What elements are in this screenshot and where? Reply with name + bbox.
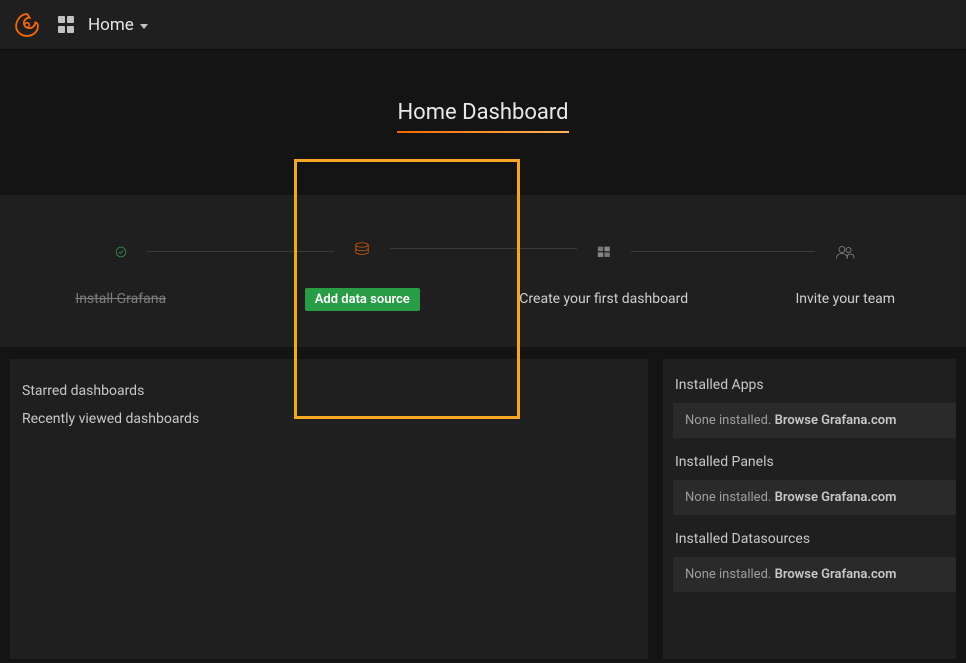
step-label: Invite your team	[795, 291, 895, 307]
starred-dashboards-header: Starred dashboards	[22, 377, 636, 405]
recently-viewed-dashboards-header: Recently viewed dashboards	[22, 405, 636, 433]
browse-grafana-link[interactable]: Browse Grafana.com	[775, 567, 897, 582]
page-title: Home Dashboard	[397, 100, 568, 133]
step-install-grafana: Install Grafana	[0, 235, 242, 307]
installed-datasources-title: Installed Datasources	[663, 531, 956, 557]
panels-row: Starred dashboards Recently viewed dashb…	[0, 359, 966, 659]
step-add-data-source[interactable]: Add data source	[242, 232, 484, 311]
installed-panel: Installed Apps None installed. Browse Gr…	[663, 359, 956, 659]
checkmark-circle-icon	[105, 236, 137, 268]
step-label: Install Grafana	[75, 291, 166, 307]
browse-grafana-link[interactable]: Browse Grafana.com	[775, 490, 897, 505]
none-installed-text: None installed.	[685, 567, 775, 582]
none-installed-text: None installed.	[685, 490, 775, 505]
dashboard-grid-icon[interactable]	[58, 16, 76, 34]
installed-datasources-empty: None installed. Browse Grafana.com	[673, 557, 956, 592]
dashboards-panel: Starred dashboards Recently viewed dashb…	[10, 359, 648, 659]
installed-apps-empty: None installed. Browse Grafana.com	[673, 403, 956, 438]
step-label: Create your first dashboard	[519, 291, 688, 307]
chevron-down-icon	[140, 24, 148, 29]
dashboard-icon	[587, 237, 621, 267]
browse-grafana-link[interactable]: Browse Grafana.com	[775, 413, 897, 428]
installed-apps-title: Installed Apps	[663, 377, 956, 403]
breadcrumb-home[interactable]: Home	[88, 15, 148, 35]
add-data-source-button[interactable]: Add data source	[305, 288, 420, 311]
none-installed-text: None installed.	[685, 413, 775, 428]
installed-panels-empty: None installed. Browse Grafana.com	[673, 480, 956, 515]
step-invite-team[interactable]: Invite your team	[725, 235, 966, 307]
installed-panels-title: Installed Panels	[663, 454, 956, 480]
getting-started-steps: Install Grafana Add data source Create y…	[0, 195, 966, 347]
users-icon	[825, 237, 865, 267]
breadcrumb-label: Home	[88, 15, 134, 35]
navbar: Home	[0, 0, 966, 50]
page-title-wrap: Home Dashboard	[0, 100, 966, 133]
step-create-dashboard[interactable]: Create your first dashboard	[483, 235, 725, 307]
database-icon	[344, 234, 380, 264]
grafana-logo-icon	[14, 12, 40, 38]
